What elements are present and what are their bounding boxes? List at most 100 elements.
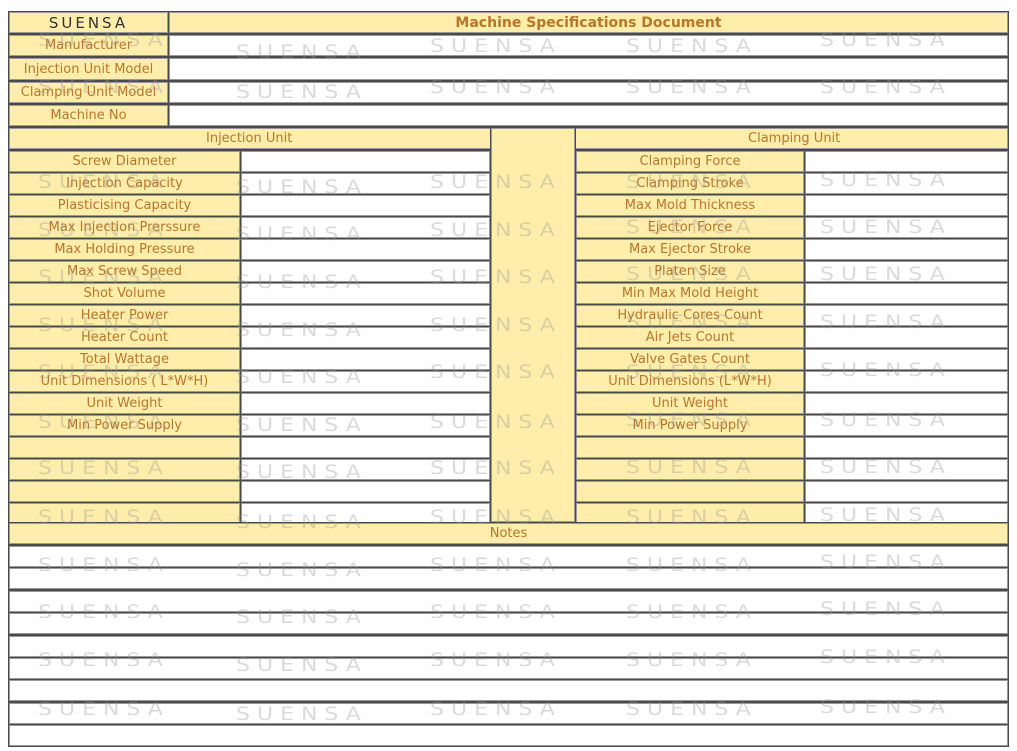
injection-spec-value-field[interactable] [240,348,491,371]
clamping-spec-value-field[interactable] [804,370,1009,393]
clamping-spec-label-cell: Unit Weight [575,392,805,415]
clamping-spec-label-cell [575,458,805,481]
injection-spec-value-field[interactable] [240,260,491,283]
info-value-field[interactable] [168,81,1009,104]
clamping-spec-label-cell: Unit Dimensions (L*W*H) [575,370,805,393]
clamping-spec-label: Min Max Mold Height [621,286,759,301]
clamping-spec-value-field[interactable] [804,260,1009,283]
clamping-spec-label-cell: Min Max Mold Height [575,282,805,305]
injection-spec-label-cell: Shot Volume [8,282,241,305]
clamping-spec-label: Max Mold Thickness [624,198,756,213]
injection-spec-label-cell: Unit Weight [8,392,241,415]
clamping-unit-title: Clamping Unit [748,131,841,146]
injection-spec-label-cell: Min Power Supply [8,414,241,437]
injection-spec-value-field[interactable] [240,194,491,217]
injection-spec-label: Max Screw Speed [67,264,182,279]
info-value-field[interactable] [168,104,1009,127]
clamping-spec-value-field[interactable] [804,458,1009,481]
injection-spec-label-cell: Screw Diameter [8,150,241,173]
clamping-spec-value-field[interactable] [804,216,1009,239]
info-label: Manufacturer [44,38,133,53]
injection-spec-value-field[interactable] [240,216,491,239]
notes-line-field[interactable] [8,612,1009,635]
clamping-spec-label: Clamping Stroke [636,176,744,191]
injection-spec-label: Screw Diameter [72,154,177,169]
injection-spec-label-cell [8,436,241,459]
clamping-spec-label: Unit Weight [652,396,728,411]
clamping-spec-label-cell: Air Jets Count [575,326,805,349]
injection-spec-value-field[interactable] [240,392,491,415]
injection-spec-label: Total Wattage [80,352,169,367]
info-value-field[interactable] [168,57,1009,81]
clamping-spec-label-cell: Max Mold Thickness [575,194,805,217]
injection-spec-value-field[interactable] [240,414,491,437]
clamping-spec-label-cell [575,480,805,503]
injection-spec-label-cell: Unit Dimensions ( L*W*H) [8,370,241,393]
injection-spec-label: Unit Dimensions ( L*W*H) [40,374,209,389]
notes-line-field[interactable] [8,635,1009,658]
clamping-spec-value-field[interactable] [804,282,1009,305]
clamping-spec-label-cell: Hydraulic Cores Count [575,304,805,327]
injection-spec-label-cell: Total Wattage [8,348,241,371]
clamping-spec-value-field[interactable] [804,326,1009,349]
injection-spec-label-cell: Heater Count [8,326,241,349]
notes-line-field[interactable] [8,724,1009,747]
injection-spec-label: Plasticising Capacity [57,198,192,213]
injection-spec-label: Min Power Supply [67,418,182,433]
clamping-spec-value-field[interactable] [804,150,1009,173]
clamping-spec-value-field[interactable] [804,304,1009,327]
clamping-spec-label: Ejector Force [647,220,733,235]
injection-spec-label: Unit Weight [86,396,163,411]
injection-spec-label: Injection Capacity [66,176,183,191]
clamping-spec-label-cell: Min Power Supply [575,414,805,437]
spec-sheet: SUENSA Machine Specifications Document M… [0,0,1017,751]
injection-spec-value-field[interactable] [240,436,491,459]
notes-line-field[interactable] [8,702,1009,725]
suensa-logo: SUENSA [48,13,129,32]
injection-spec-value-field[interactable] [240,304,491,327]
injection-spec-value-field[interactable] [240,326,491,349]
notes-header: Notes [8,522,1009,545]
clamping-spec-label-cell: Max Ejector Stroke [575,238,805,261]
injection-spec-label-cell: Max Screw Speed [8,260,241,283]
clamping-spec-label: Clamping Force [639,154,741,169]
clamping-spec-label-cell: Clamping Stroke [575,172,805,195]
notes-line-field[interactable] [8,657,1009,680]
clamping-spec-value-field[interactable] [804,194,1009,217]
clamping-spec-value-field[interactable] [804,392,1009,415]
clamping-spec-value-field[interactable] [804,414,1009,437]
document-title-text: Machine Specifications Document [455,14,722,31]
injection-spec-value-field[interactable] [240,238,491,261]
clamping-spec-label: Unit Dimensions (L*W*H) [608,374,772,389]
clamping-spec-value-field[interactable] [804,348,1009,371]
notes-line-field[interactable] [8,679,1009,702]
center-divider-column [490,127,576,523]
clamping-spec-value-field[interactable] [804,172,1009,195]
notes-line-field[interactable] [8,590,1009,613]
logo-cell: SUENSA [8,11,169,34]
info-label-cell: Clamping Unit Model [8,81,169,104]
notes-line-field[interactable] [8,545,1009,568]
clamping-spec-label: Platen Size [654,264,726,279]
injection-spec-value-field[interactable] [240,172,491,195]
clamping-spec-label: Air Jets Count [645,330,735,345]
clamping-spec-value-field[interactable] [804,436,1009,459]
clamping-spec-value-field[interactable] [804,480,1009,503]
clamping-spec-label: Max Ejector Stroke [629,242,751,257]
injection-spec-value-field[interactable] [240,282,491,305]
injection-spec-value-field[interactable] [240,480,491,503]
injection-spec-label: Max Injection Prerssure [48,220,201,235]
info-label-cell: Machine No [8,104,169,127]
notes-line-field[interactable] [8,567,1009,590]
clamping-spec-value-field[interactable] [804,238,1009,261]
info-label-cell: Manufacturer [8,34,169,57]
info-value-field[interactable] [168,34,1009,57]
info-label: Injection Unit Model [23,61,154,77]
injection-spec-label-cell: Heater Power [8,304,241,327]
info-label: Machine No [50,108,127,123]
injection-spec-value-field[interactable] [240,150,491,173]
injection-spec-value-field[interactable] [240,370,491,393]
injection-spec-label-cell [8,480,241,503]
injection-spec-value-field[interactable] [240,458,491,481]
injection-spec-label: Heater Power [80,308,169,323]
